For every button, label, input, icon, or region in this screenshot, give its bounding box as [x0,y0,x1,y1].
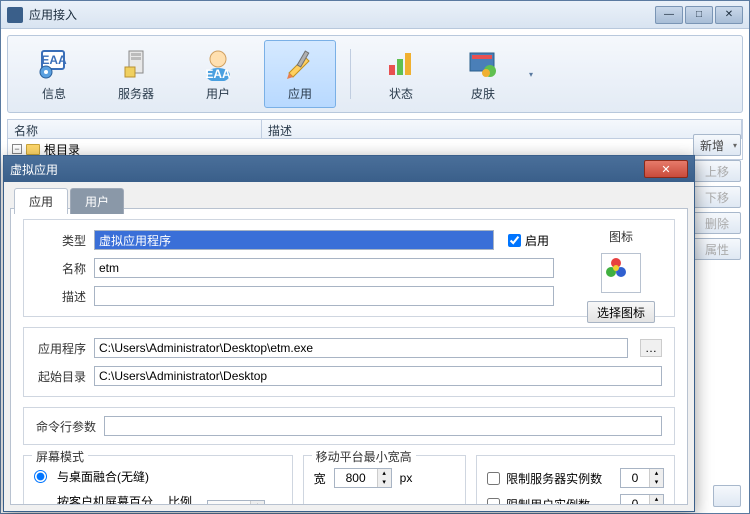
close-button[interactable]: ✕ [715,6,743,24]
desc-field[interactable] [94,286,554,306]
float-button[interactable] [713,485,741,507]
ratio-spinner[interactable]: ▴▾ [207,500,265,505]
by-client-label: 按客户机屏幕百分比 [57,493,156,505]
type-label: 类型 [36,232,86,249]
toolbar-info[interactable]: EAA 信息 [18,40,90,108]
minimize-button[interactable]: — [655,6,683,24]
icon-preview [601,253,641,293]
ratio-label: 比例值 [168,493,201,505]
type-field[interactable] [94,230,494,250]
enable-checkbox-wrap[interactable]: 启用 [508,232,549,249]
move-down-button[interactable]: 下移 [693,186,741,208]
main-title: 应用接入 [29,6,655,23]
virtual-app-dialog: 虚拟应用 ✕ 应用 用户 类型 启用 名称 描述 [3,155,695,512]
screen-mode-fieldset: 屏幕模式 与桌面融合(无缝) 按客户机屏幕百分比 比例值 ▴▾ % [23,455,293,505]
program-label: 应用程序 [36,340,86,357]
toolbar-user[interactable]: EAA 用户 [182,40,254,108]
args-label: 命令行参数 [36,418,96,435]
tab-user[interactable]: 用户 [70,188,124,214]
limit-server-checkbox[interactable] [487,472,500,485]
width-input[interactable] [335,469,377,487]
width-down[interactable]: ▾ [377,478,391,487]
name-field[interactable] [94,258,554,278]
bottom-columns: 屏幕模式 与桌面融合(无缝) 按客户机屏幕百分比 比例值 ▴▾ % [23,455,675,505]
server-icon [119,47,153,81]
dialog-tabs: 应用 用户 [14,188,694,214]
toolbar-server[interactable]: 服务器 [100,40,172,108]
app-icon [7,7,23,23]
dialog-close-button[interactable]: ✕ [644,160,688,178]
main-titlebar: 应用接入 — □ ✕ [1,1,749,29]
properties-button[interactable]: 属性 [693,238,741,260]
icon-panel: 图标 选择图标 [580,228,662,323]
args-field[interactable] [104,416,662,436]
ratio-input[interactable] [208,501,250,505]
toolbar-skin-dropdown[interactable]: ▾ [529,44,541,104]
limit-user-checkbox[interactable] [487,498,500,506]
limit-user-input[interactable] [621,495,649,505]
add-button[interactable]: 新增 [693,134,741,156]
status-icon [384,47,418,81]
tab-app[interactable]: 应用 [14,188,68,214]
mobile-min-fieldset: 移动平台最小宽高 宽 ▴▾ px [303,455,467,505]
tree-collapse-icon[interactable]: − [12,144,22,154]
dialog-body: 类型 启用 名称 描述 图标 选择图标 [10,208,688,505]
limit-server-input[interactable] [621,469,649,487]
args-panel: 命令行参数 [23,407,675,445]
svg-text:EAA: EAA [205,67,231,81]
limit-server-label: 限制服务器实例数 [506,470,602,487]
icon-label: 图标 [609,228,633,245]
skin-icon [466,47,500,81]
toolbar-app[interactable]: 应用 [264,40,336,108]
toolbar-skin[interactable]: 皮肤 [447,40,519,108]
program-browse-button[interactable]: … [640,339,662,357]
app-icon-tool [283,47,317,81]
dialog-titlebar[interactable]: 虚拟应用 ✕ [4,156,694,182]
mobile-min-legend: 移动平台最小宽高 [312,448,416,465]
program-field[interactable] [94,338,628,358]
name-label: 名称 [36,260,86,277]
enable-label: 启用 [525,232,549,249]
path-panel: 应用程序 … 起始目录 [23,327,675,397]
main-toolbar: EAA 信息 服务器 EAA 用户 应用 状态 [7,35,743,113]
width-label: 宽 [314,470,326,487]
percent-label: % [271,503,282,505]
user-icon: EAA [201,47,235,81]
toolbar-status[interactable]: 状态 [365,40,437,108]
desc-label: 描述 [36,288,86,305]
folder-icon [26,144,40,155]
basic-panel: 类型 启用 名称 描述 图标 选择图标 [23,219,675,317]
move-up-button[interactable]: 上移 [693,160,741,182]
list-header: 名称 描述 [7,119,743,139]
toolbar-separator [350,49,351,99]
limit-user-label: 限制用户实例数 [506,496,590,506]
startdir-label: 起始目录 [36,368,86,385]
side-buttons: 新增 上移 下移 删除 属性 [693,134,741,260]
limits-fieldset: 限制服务器实例数 ▴▾ 限制用户实例数 ▴▾ [476,455,675,505]
width-spinner[interactable]: ▴▾ [334,468,392,488]
info-icon: EAA [37,47,71,81]
col-name[interactable]: 名称 [8,120,262,138]
ratio-up[interactable]: ▴ [250,501,264,505]
startdir-field[interactable] [94,366,662,386]
fusion-label: 与桌面融合(无缝) [57,468,149,485]
svg-text:EAA: EAA [41,53,67,67]
enable-checkbox[interactable] [508,234,521,247]
maximize-button[interactable]: □ [685,6,713,24]
select-icon-button[interactable]: 选择图标 [587,301,655,323]
screen-mode-legend: 屏幕模式 [32,448,88,465]
width-up[interactable]: ▴ [377,469,391,478]
px-label: px [400,471,413,485]
dialog-title: 虚拟应用 [10,161,644,178]
col-desc[interactable]: 描述 [262,120,742,138]
delete-button[interactable]: 删除 [693,212,741,234]
limit-server-spinner[interactable]: ▴▾ [620,468,664,488]
by-client-radio[interactable] [34,504,47,506]
fusion-radio[interactable] [34,470,47,483]
limit-user-spinner[interactable]: ▴▾ [620,494,664,505]
